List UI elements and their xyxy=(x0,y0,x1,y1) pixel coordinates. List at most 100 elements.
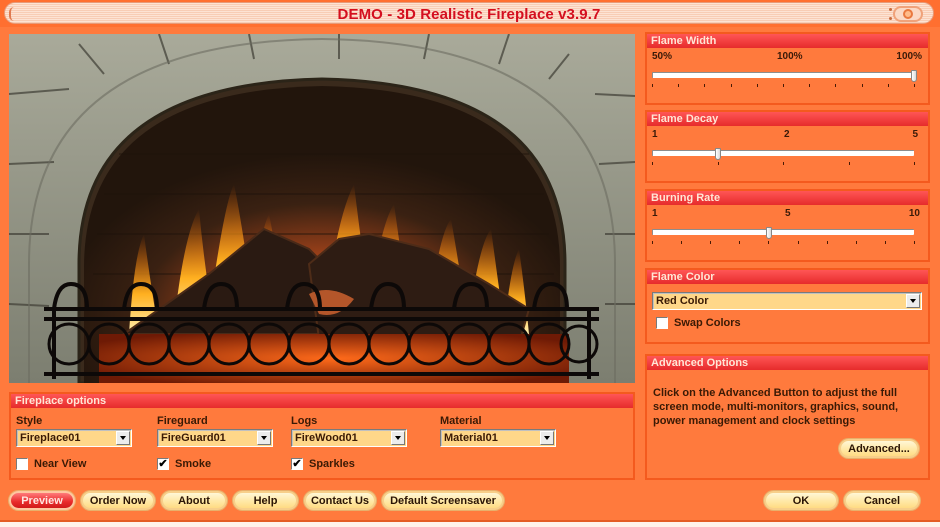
smoke-label: Smoke xyxy=(175,458,212,470)
window-bottom-edge xyxy=(0,520,940,527)
sparkles-checkbox[interactable]: ✔ xyxy=(291,458,303,470)
slider-tick xyxy=(797,241,799,244)
flame-width-header: Flame Width xyxy=(647,34,928,48)
dropdown-arrow-icon[interactable] xyxy=(116,431,130,445)
style-label: Style xyxy=(16,415,43,427)
flame-width-ticks xyxy=(652,84,915,87)
flame-decay-slider[interactable] xyxy=(652,148,914,160)
slider-tick xyxy=(914,84,915,87)
flame-color-dropdown[interactable]: Red Color xyxy=(652,292,922,310)
flame-decay-panel: Flame Decay 1 2 5 xyxy=(645,110,930,183)
preview-button[interactable]: Preview xyxy=(9,491,75,510)
burning-rate-min-label: 1 xyxy=(652,208,658,219)
flame-width-max-label: 100% xyxy=(896,51,922,62)
slider-tick xyxy=(861,84,863,87)
slider-tick xyxy=(681,241,683,244)
material-label: Material xyxy=(440,415,482,427)
cancel-button[interactable]: Cancel xyxy=(844,491,920,510)
pin-dot-icon xyxy=(889,17,892,20)
about-button[interactable]: About xyxy=(161,491,227,510)
smoke-checkbox[interactable]: ✔ xyxy=(157,458,169,470)
logs-dropdown[interactable]: FireWood01 xyxy=(291,429,407,447)
swap-colors-label: Swap Colors xyxy=(674,317,741,329)
swap-colors-checkbox-row[interactable]: Swap Colors xyxy=(656,317,741,329)
slider-tick xyxy=(783,162,784,165)
dropdown-arrow-icon[interactable] xyxy=(391,431,405,445)
flame-decay-max-label: 5 xyxy=(912,129,918,140)
slider-tick xyxy=(783,84,784,87)
slider-tick xyxy=(809,84,811,87)
flame-decay-slider-thumb[interactable] xyxy=(715,148,722,160)
flame-width-panel: Flame Width 50% 100% 100% xyxy=(645,32,930,105)
material-dropdown[interactable]: Material01 xyxy=(440,429,556,447)
slider-tick xyxy=(848,162,850,165)
slider-tick xyxy=(768,241,770,244)
style-value: Fireplace01 xyxy=(20,432,81,444)
flame-width-slider-thumb[interactable] xyxy=(911,70,917,82)
slider-tick xyxy=(739,241,741,244)
default-screensaver-button[interactable]: Default Screensaver xyxy=(382,491,504,510)
burning-rate-panel: Burning Rate 1 5 10 xyxy=(645,189,930,262)
advanced-button[interactable]: Advanced... xyxy=(839,439,919,458)
dropdown-arrow-icon[interactable] xyxy=(906,294,920,308)
style-dropdown[interactable]: Fireplace01 xyxy=(16,429,132,447)
slider-tick xyxy=(730,84,732,87)
ok-button[interactable]: OK xyxy=(764,491,838,510)
flame-color-value: Red Color xyxy=(656,295,709,307)
window-orb-button[interactable] xyxy=(889,5,927,23)
help-button[interactable]: Help xyxy=(233,491,298,510)
fireguard-value: FireGuard01 xyxy=(161,432,226,444)
advanced-options-panel: Advanced Options Click on the Advanced B… xyxy=(645,354,930,480)
window-orb-icon xyxy=(893,6,923,22)
flame-decay-mid-label: 2 xyxy=(784,129,790,140)
dropdown-arrow-icon[interactable] xyxy=(540,431,554,445)
burning-rate-ticks xyxy=(652,241,915,244)
fireplace-preview xyxy=(9,34,635,383)
slider-tick xyxy=(710,241,712,244)
burning-rate-slider-thumb[interactable] xyxy=(765,227,772,239)
slider-tick xyxy=(756,84,758,87)
slider-tick xyxy=(717,162,719,165)
flame-decay-ticks xyxy=(652,162,915,165)
order-now-button[interactable]: Order Now xyxy=(81,491,155,510)
window-title: DEMO - 3D Realistic Fireplace v3.9.7 xyxy=(337,6,601,23)
slider-tick xyxy=(678,84,680,87)
logs-value: FireWood01 xyxy=(295,432,358,444)
dropdown-arrow-icon[interactable] xyxy=(257,431,271,445)
burning-rate-slider[interactable] xyxy=(652,227,914,239)
flame-decay-header: Flame Decay xyxy=(647,112,928,126)
burning-rate-max-label: 10 xyxy=(908,208,920,219)
advanced-options-header: Advanced Options xyxy=(647,356,928,370)
title-bar[interactable]: DEMO - 3D Realistic Fireplace v3.9.7 xyxy=(0,0,940,27)
burning-rate-header: Burning Rate xyxy=(647,191,928,205)
pin-dot-icon xyxy=(889,8,892,11)
slider-tick xyxy=(914,241,915,244)
slider-tick xyxy=(914,162,915,165)
contact-us-button[interactable]: Contact Us xyxy=(304,491,376,510)
title-bar-frame: DEMO - 3D Realistic Fireplace v3.9.7 xyxy=(4,2,934,24)
fireplace-preview-image xyxy=(9,34,635,383)
smoke-checkbox-row[interactable]: ✔ Smoke xyxy=(157,458,211,470)
flame-width-slider[interactable] xyxy=(652,70,917,82)
slider-tick xyxy=(652,241,653,244)
near-view-checkbox[interactable] xyxy=(16,458,28,470)
flame-color-panel: Flame Color Red Color Swap Colors xyxy=(645,268,930,344)
slider-tick xyxy=(855,241,857,244)
fireguard-label: Fireguard xyxy=(157,415,208,427)
slider-tick xyxy=(884,241,886,244)
swap-colors-checkbox[interactable] xyxy=(656,317,668,329)
fireguard-dropdown[interactable]: FireGuard01 xyxy=(157,429,273,447)
flame-color-header: Flame Color xyxy=(647,270,928,284)
sparkles-label: Sparkles xyxy=(309,458,355,470)
flame-width-mid-label: 100% xyxy=(777,51,803,62)
slider-tick xyxy=(887,84,889,87)
fireplace-options-panel: Fireplace options Style Fireplace01 Fire… xyxy=(9,392,635,480)
slider-tick xyxy=(652,162,653,165)
flame-decay-min-label: 1 xyxy=(652,129,658,140)
flame-width-min-label: 50% xyxy=(652,51,673,62)
near-view-checkbox-row[interactable]: Near View xyxy=(16,458,86,470)
material-value: Material01 xyxy=(444,432,498,444)
fireplace-options-header: Fireplace options xyxy=(11,394,633,408)
sparkles-checkbox-row[interactable]: ✔ Sparkles xyxy=(291,458,355,470)
logs-label: Logs xyxy=(291,415,318,427)
